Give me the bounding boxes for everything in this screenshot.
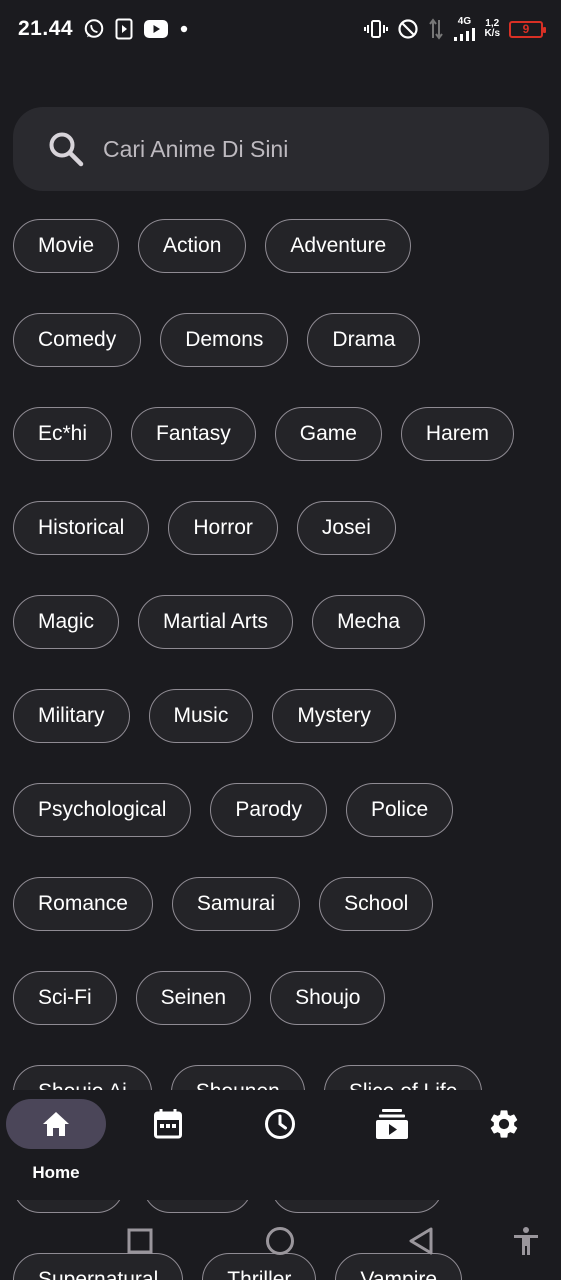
search-icon[interactable]: [47, 130, 85, 168]
genre-chip-police[interactable]: Police: [345, 783, 454, 837]
genre-chip-music[interactable]: Music: [148, 689, 254, 743]
accessibility-icon[interactable]: [509, 1224, 543, 1258]
playlist-icon[interactable]: [375, 1108, 409, 1140]
back-icon[interactable]: [404, 1224, 438, 1258]
genre-chip-magic[interactable]: Magic: [13, 595, 120, 649]
nav-settings[interactable]: [454, 1090, 554, 1190]
nav-history[interactable]: [230, 1090, 330, 1190]
genre-chip-mecha[interactable]: Mecha: [312, 595, 426, 649]
genre-chip-demons[interactable]: Demons: [160, 313, 289, 367]
genre-chip-shoujo[interactable]: Shoujo: [270, 971, 386, 1025]
genre-chip-historical[interactable]: Historical: [13, 501, 150, 555]
status-time: 21.44: [18, 17, 74, 40]
genre-chip-sci-fi[interactable]: Sci-Fi: [13, 971, 117, 1025]
nav-schedule-pill: [118, 1099, 218, 1149]
genre-chip-horror[interactable]: Horror: [168, 501, 278, 555]
signal-icon: 4G: [453, 16, 476, 41]
screen: 21.44 4G 1,2 K/s 9 Cari Anime Di Sini Mo…: [0, 0, 561, 1280]
genre-chip-josei[interactable]: Josei: [296, 501, 396, 555]
clock-icon[interactable]: [264, 1108, 296, 1140]
battery-level: 9: [522, 22, 530, 36]
home-circle-icon[interactable]: [263, 1224, 297, 1258]
network-speed: 1,2 K/s: [484, 19, 500, 39]
data-arrows-icon: [428, 18, 444, 40]
recents-icon[interactable]: [123, 1224, 157, 1258]
gear-icon[interactable]: [487, 1107, 521, 1141]
genre-chip-adventure[interactable]: Adventure: [265, 219, 412, 273]
nav-playlist-pill: [342, 1099, 442, 1149]
calendar-icon[interactable]: [153, 1108, 183, 1140]
nav-home[interactable]: Home: [6, 1090, 106, 1190]
battery-icon: 9: [509, 20, 546, 38]
genre-chip-fantasy[interactable]: Fantasy: [131, 407, 256, 461]
whatsapp-icon: [83, 18, 105, 40]
genre-chip-school[interactable]: School: [319, 877, 434, 931]
nav-history-pill: [230, 1099, 330, 1149]
genre-chip-movie[interactable]: Movie: [13, 219, 120, 273]
genre-chip-ec-hi[interactable]: Ec*hi: [13, 407, 113, 461]
genre-chip-martial-arts[interactable]: Martial Arts: [138, 595, 294, 649]
genre-chip-seinen[interactable]: Seinen: [135, 971, 252, 1025]
genre-chip-action[interactable]: Action: [138, 219, 247, 273]
system-nav: [0, 1200, 561, 1280]
genre-chip-mystery[interactable]: Mystery: [272, 689, 396, 743]
media-icon: [115, 18, 133, 40]
search-input[interactable]: [103, 135, 503, 163]
genre-chip-parody[interactable]: Parody: [210, 783, 327, 837]
nav-schedule[interactable]: [118, 1090, 218, 1190]
genre-chip-psychological[interactable]: Psychological: [13, 783, 192, 837]
genre-chip-romance[interactable]: Romance: [13, 877, 153, 931]
bottom-nav: Home: [0, 1090, 561, 1200]
genre-chip-harem[interactable]: Harem: [400, 407, 514, 461]
nav-home-pill[interactable]: [6, 1099, 106, 1149]
nav-home-label[interactable]: Home: [32, 1163, 79, 1183]
nav-settings-pill: [454, 1099, 554, 1149]
speed-unit: K/s: [484, 28, 500, 39]
dot-icon: [179, 24, 189, 34]
genre-chip-military[interactable]: Military: [13, 689, 130, 743]
status-bar: 21.44 4G 1,2 K/s 9: [0, 0, 561, 58]
youtube-icon: [143, 19, 169, 39]
nav-playlist[interactable]: [342, 1090, 442, 1190]
do-not-disturb-icon: [397, 18, 419, 40]
genre-chip-game[interactable]: Game: [274, 407, 382, 461]
genre-chip-samurai[interactable]: Samurai: [171, 877, 301, 931]
home-icon[interactable]: [41, 1110, 71, 1138]
genre-chip-drama[interactable]: Drama: [307, 313, 421, 367]
genre-chip-comedy[interactable]: Comedy: [13, 313, 142, 367]
vibrate-icon: [364, 19, 389, 39]
network-type: 4G: [457, 16, 472, 27]
search-bar[interactable]: [13, 107, 549, 191]
